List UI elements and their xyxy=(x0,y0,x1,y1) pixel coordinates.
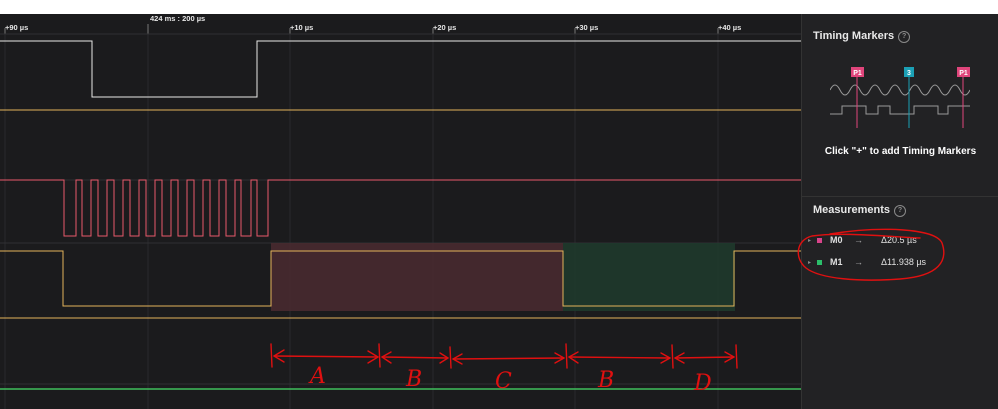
tick-label: +90 µs xyxy=(5,23,28,32)
timing-markers-title: Timing Markers? xyxy=(813,30,911,43)
arrow-right-icon: → xyxy=(854,235,863,245)
logic-analyzer-app: +90 µs 424 ms : 200 µs +10 µs +20 µs +30… xyxy=(0,14,998,409)
timing-markers-illustration: P1 3 P1 xyxy=(830,67,970,128)
annotation-letter-b: B xyxy=(597,368,614,393)
sine-wave-icon xyxy=(830,84,970,96)
measurement-row-m1[interactable]: ▸ M1 → Δ11.938 µs xyxy=(802,253,998,273)
expand-caret-icon[interactable]: ▸ xyxy=(808,259,811,266)
tick-label: +40 µs xyxy=(718,23,741,32)
tick-label: 424 ms : 200 µs xyxy=(150,14,205,23)
m1-measurement-region[interactable] xyxy=(563,243,735,311)
side-panel: Timing Markers? P1 3 P1 Click "+" to add… xyxy=(801,14,998,409)
expand-caret-icon[interactable]: ▸ xyxy=(808,237,811,244)
channel-0-signal[interactable] xyxy=(0,40,801,98)
measurement-value: Δ11.938 µs xyxy=(881,257,927,267)
arrow-right-icon: → xyxy=(854,257,863,267)
annotation-letter-c: C xyxy=(495,369,512,394)
tick-label: +20 µs xyxy=(433,23,456,32)
annotation-letter-b: B xyxy=(405,367,422,392)
timing-markers-title-text: Timing Markers xyxy=(813,30,895,42)
tick-label: +10 µs xyxy=(290,23,313,32)
question-circle-icon[interactable]: ? xyxy=(894,205,907,217)
square-wave-icon xyxy=(830,105,970,115)
measurement-name: M1 xyxy=(830,257,843,267)
panel-divider xyxy=(802,196,998,197)
color-swatch xyxy=(817,238,822,243)
color-swatch xyxy=(817,260,822,265)
waveform-area[interactable]: +90 µs 424 ms : 200 µs +10 µs +20 µs +30… xyxy=(0,14,801,409)
marker-label: P1 xyxy=(853,70,862,77)
annotation-letter-a: A xyxy=(308,364,326,389)
measurement-name: M0 xyxy=(830,235,843,245)
marker-label: 3 xyxy=(907,70,911,77)
marker-label: P1 xyxy=(959,70,968,77)
annotation-letter-d: D xyxy=(693,371,712,396)
hand-drawn-annotations: A B C B D xyxy=(270,343,738,396)
measurements-title-text: Measurements xyxy=(813,204,891,216)
tick-label: +30 µs xyxy=(575,23,598,32)
question-circle-icon[interactable]: ? xyxy=(898,31,911,43)
timing-markers-hint: Click "+" to add Timing Markers xyxy=(824,146,977,157)
measurement-row-m0[interactable]: ▸ M0 → Δ20.5 µs xyxy=(802,231,998,251)
measurements-title: Measurements? xyxy=(813,204,907,217)
m0-measurement-region[interactable] xyxy=(271,243,563,311)
measurement-value: Δ20.5 µs xyxy=(881,235,917,245)
waveform-canvas[interactable]: +90 µs 424 ms : 200 µs +10 µs +20 µs +30… xyxy=(0,14,801,409)
channel-2-signal[interactable] xyxy=(0,179,801,237)
